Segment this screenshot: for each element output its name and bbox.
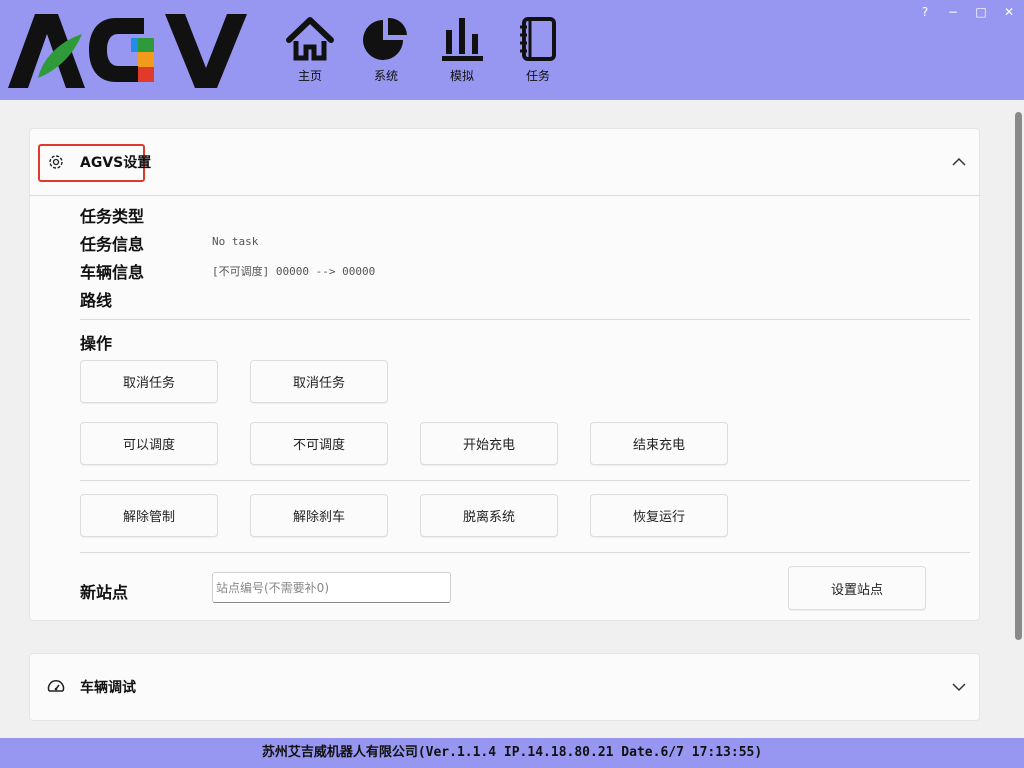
start-charging-button[interactable]: 开始充电 (420, 422, 558, 465)
unschedulable-button[interactable]: 不可调度 (250, 422, 388, 465)
task-info-label: 任务信息 (80, 235, 145, 254)
pie-chart-icon (363, 17, 407, 60)
nav-system-label: 系统 (373, 69, 398, 83)
route-label: 路线 (80, 291, 113, 310)
station-number-input[interactable] (212, 572, 451, 603)
nav-simulation[interactable]: 模拟 (432, 16, 492, 86)
chevron-down-icon[interactable] (949, 677, 969, 697)
release-control-button[interactable]: 解除管制 (80, 494, 218, 537)
agv-logo (8, 14, 247, 88)
task-info-value: No task (212, 235, 259, 248)
detach-system-button[interactable]: 脱离系统 (420, 494, 558, 537)
status-footer: 苏州艾吉威机器人有限公司(Ver.1.1.4 IP.14.18.80.21 Da… (0, 738, 1024, 768)
agvs-settings-title: AGVS设置 (80, 155, 152, 171)
vehicle-info-value: [不可调度] 00000 --> 00000 (212, 265, 376, 278)
nav-task-label: 任务 (525, 69, 550, 83)
speedometer-icon (47, 680, 65, 692)
info-divider (80, 319, 970, 320)
nav-task[interactable]: 任务 (508, 16, 568, 86)
maximize-button[interactable]: □ (974, 4, 988, 20)
vehicle-info-label: 车辆信息 (80, 263, 145, 282)
chevron-up-icon[interactable] (949, 152, 969, 172)
ops-divider (80, 480, 970, 481)
header-divider (30, 195, 979, 196)
task-type-label: 任务类型 (80, 207, 145, 226)
nav-simulation-label: 模拟 (449, 69, 474, 83)
vehicle-debug-panel: 车辆调试 (29, 653, 980, 721)
vehicle-debug-title: 车辆调试 (80, 680, 136, 696)
help-button[interactable]: ? (918, 4, 932, 20)
vertical-scrollbar[interactable] (1015, 112, 1022, 640)
window-controls: ? − □ ✕ (918, 4, 1016, 22)
home-icon (286, 17, 334, 61)
release-brake-button[interactable]: 解除刹车 (250, 494, 388, 537)
operations-label: 操作 (80, 334, 113, 353)
new-station-label: 新站点 (80, 583, 129, 602)
nav-home-label: 主页 (297, 69, 322, 83)
cancel-task-button-2[interactable]: 取消任务 (250, 360, 388, 403)
agvs-settings-panel: AGVS设置 任务类型 任务信息 No task 车辆信息 [不可调度] 000… (29, 128, 980, 621)
notebook-icon (520, 17, 556, 61)
minimize-button[interactable]: − (946, 4, 960, 20)
close-button[interactable]: ✕ (1002, 4, 1016, 20)
app-header: 主页 系统 模拟 任务 ? − □ ✕ (0, 0, 1024, 100)
nav-system[interactable]: 系统 (356, 16, 416, 86)
gear-icon (49, 155, 63, 169)
nav-home[interactable]: 主页 (280, 16, 340, 86)
station-divider (80, 552, 970, 553)
set-station-button[interactable]: 设置站点 (788, 566, 926, 610)
schedulable-button[interactable]: 可以调度 (80, 422, 218, 465)
agvs-settings-header[interactable]: AGVS设置 (30, 129, 979, 195)
vehicle-debug-header[interactable]: 车辆调试 (30, 654, 979, 720)
cancel-task-button[interactable]: 取消任务 (80, 360, 218, 403)
stop-charging-button[interactable]: 结束充电 (590, 422, 728, 465)
resume-running-button[interactable]: 恢复运行 (590, 494, 728, 537)
main-content: AGVS设置 任务类型 任务信息 No task 车辆信息 [不可调度] 000… (0, 100, 1024, 738)
bar-chart-icon (442, 18, 483, 61)
